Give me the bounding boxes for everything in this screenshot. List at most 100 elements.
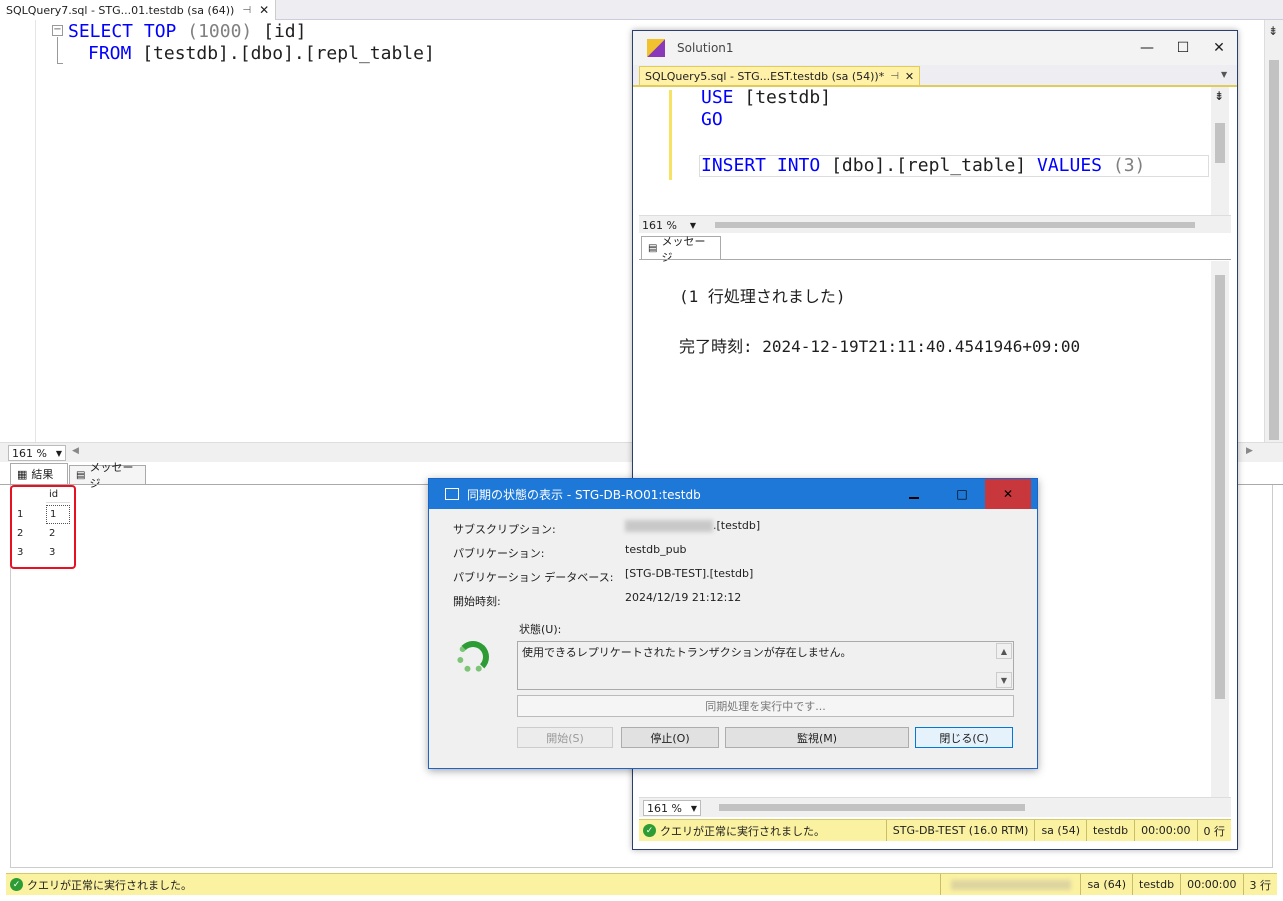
scroll-down-button[interactable]: ▼ [996, 672, 1012, 688]
scroll-thumb[interactable] [1215, 123, 1225, 163]
status-time: 00:00:00 [1134, 820, 1196, 841]
dialog-title-bar[interactable]: 同期の状態の表示 - STG-DB-RO01:testdb □ ✕ [429, 479, 1037, 509]
row-number[interactable]: 3 [14, 543, 44, 562]
minimize-button[interactable] [891, 479, 937, 509]
change-marker [669, 90, 672, 180]
row-number[interactable]: 1 [14, 505, 44, 524]
minimize-button[interactable]: — [1129, 33, 1165, 63]
status-db: testdb [1132, 874, 1180, 895]
editor-gutter [0, 20, 36, 442]
start-time-label: 開始時刻: [453, 595, 501, 608]
split-icon[interactable]: ⇟ [1268, 24, 1278, 38]
messages-icon: ▤ [648, 243, 658, 254]
hscroll-thumb[interactable] [719, 804, 1025, 811]
status-user: sa (64) [1080, 874, 1132, 895]
publication-label: パブリケーション: [453, 547, 545, 560]
check-icon: ✓ [10, 878, 23, 891]
close-tab-icon[interactable]: ✕ [905, 70, 914, 83]
publication-db-value: [STG-DB-TEST].[testdb] [625, 567, 754, 580]
blurred-text [625, 519, 713, 532]
scroll-thumb[interactable] [1269, 60, 1279, 440]
status-time: 00:00:00 [1180, 874, 1242, 895]
code-line-go[interactable]: GO [701, 109, 723, 131]
grid-cell[interactable]: 1 [46, 505, 70, 524]
hscroll-thumb[interactable] [715, 222, 1195, 228]
spinner-progress [457, 641, 489, 673]
split-icon[interactable]: ⇟ [1214, 89, 1224, 103]
document-tab-sqlquery7[interactable]: SQLQuery7.sql - STG...01.testdb (sa (64)… [0, 0, 277, 20]
status-bar: ✓ クエリが正常に実行されました。 sa (64) testdb 00:00:0… [6, 873, 1277, 895]
status-textbox[interactable]: 使用できるレプリケートされたトランザクションが存在しません。 ▲ ▼ [517, 641, 1014, 690]
code-line-use[interactable]: USE [testdb] [701, 87, 831, 109]
dialog-icon [445, 488, 459, 500]
tab-results[interactable]: ▦ 結果 [10, 463, 68, 484]
ssms-app-icon [647, 39, 665, 57]
messages-hbar: 161 % ▼ [639, 797, 1231, 817]
message-completion-time: 完了時刻: 2024-12-19T21:11:40.4541946+09:00 [679, 337, 1081, 356]
subscription-label: サブスクリプション: [453, 523, 556, 536]
window-title-bar[interactable]: Solution1 — ☐ ✕ [633, 31, 1237, 65]
status-label: 状態(U): [519, 623, 562, 636]
message-rows-affected: (1 行処理されました) [679, 287, 846, 306]
progress-bar: 同期処理を実行中です... [517, 695, 1014, 717]
status-rows: 0 行 [1196, 820, 1232, 841]
stop-button[interactable]: 停止(O) [621, 727, 719, 748]
scroll-right-icon[interactable]: ▶ [1246, 446, 1253, 456]
tab-title: SQLQuery7.sql - STG...01.testdb (sa (64)… [6, 3, 235, 17]
monitor-button[interactable]: 監視(M) [725, 727, 909, 748]
status-db: testdb [1086, 820, 1134, 841]
subscription-value: .[testdb] [625, 519, 760, 532]
outline-line-end [57, 63, 63, 64]
messages-icon: ▤ [76, 469, 86, 481]
zoom-select[interactable]: 161 % ▼ [643, 800, 701, 816]
window-title: Solution1 [677, 41, 734, 55]
code-line-2[interactable]: FROM [testdb].[dbo].[repl_table] [88, 43, 435, 65]
grid-cell[interactable]: 2 [46, 524, 70, 543]
close-dialog-button[interactable]: ✕ [985, 479, 1031, 509]
scroll-thumb[interactable] [1215, 275, 1225, 699]
zoom-select[interactable]: 161 % ▼ [639, 217, 699, 233]
close-window-button[interactable]: ✕ [1201, 33, 1237, 63]
scroll-left-icon[interactable]: ◀ [72, 446, 79, 456]
start-button[interactable]: 開始(S) [517, 727, 613, 748]
code-line-1[interactable]: SELECT TOP (1000) [id] [68, 21, 306, 43]
outline-line [57, 37, 58, 63]
publication-db-label: パブリケーション データベース: [453, 571, 614, 584]
tab-messages[interactable]: ▤ メッセージ [641, 235, 721, 264]
close-tab-icon[interactable]: ✕ [259, 3, 269, 17]
status-server [940, 874, 1080, 895]
status-user: sa (54) [1034, 820, 1086, 841]
code-line-insert[interactable]: INSERT INTO [dbo].[repl_table] VALUES (3… [701, 155, 1145, 177]
messages-vscroll[interactable] [1211, 261, 1229, 797]
pin-icon[interactable]: ⊣ [890, 71, 899, 82]
status-bar: ✓ クエリが正常に実行されました。 STG-DB-TEST (16.0 RTM)… [639, 819, 1231, 841]
dropdown-icon[interactable]: ▼ [1221, 70, 1227, 79]
tab-messages[interactable]: ▤ メッセージ [69, 461, 146, 490]
zoom-select[interactable]: 161 % ▼ [8, 445, 66, 461]
start-time-value: 2024/12/19 21:12:12 [625, 591, 742, 604]
grid-header-id[interactable]: id [46, 487, 70, 503]
status-text: クエリが正常に実行されました。 [660, 824, 825, 838]
code-hbar: 161 % ▼ [639, 215, 1231, 233]
status-server: STG-DB-TEST (16.0 RTM) [885, 820, 1035, 841]
blurred-text [950, 879, 1071, 890]
row-number[interactable]: 2 [14, 524, 44, 543]
grid-cell[interactable]: 3 [46, 543, 70, 562]
code-vscroll[interactable]: ⇟ [1211, 87, 1229, 215]
sync-status-dialog: 同期の状態の表示 - STG-DB-RO01:testdb □ ✕ サブスクリプ… [428, 478, 1038, 769]
pin-icon[interactable]: ⊣ [242, 5, 251, 16]
scroll-up-button[interactable]: ▲ [996, 643, 1012, 659]
status-text: クエリが正常に実行されました。 [27, 878, 192, 892]
publication-value: testdb_pub [625, 543, 687, 556]
maximize-button[interactable]: □ [939, 479, 985, 509]
check-icon: ✓ [643, 824, 656, 837]
maximize-button[interactable]: ☐ [1165, 33, 1201, 63]
collapse-icon[interactable]: − [52, 25, 63, 36]
close-button[interactable]: 閉じる(C) [915, 727, 1013, 748]
editor-vertical-scrollbar[interactable]: ⇟ [1264, 20, 1283, 462]
status-rows: 3 行 [1242, 874, 1278, 895]
messages-divider [639, 259, 1231, 260]
document-tab-sqlquery5[interactable]: SQLQuery5.sql - STG...EST.testdb (sa (54… [639, 66, 921, 86]
win2-tab-bar: SQLQuery5.sql - STG...EST.testdb (sa (54… [633, 65, 1237, 87]
dialog-title: 同期の状態の表示 - STG-DB-RO01:testdb [467, 487, 701, 502]
